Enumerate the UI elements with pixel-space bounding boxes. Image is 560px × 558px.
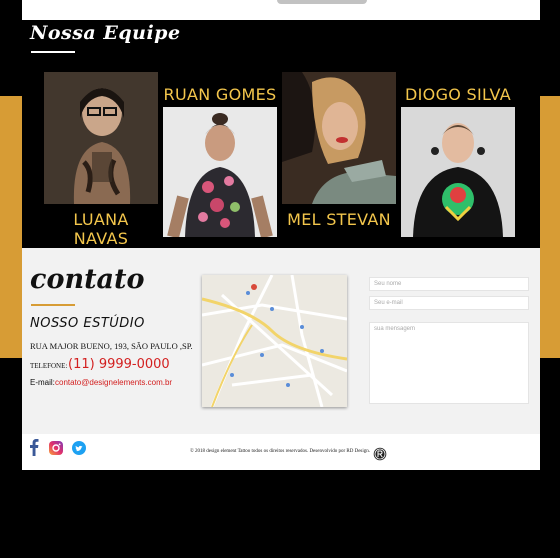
member-photo-mel[interactable]: [282, 72, 396, 204]
member-name-diogo: DIOGO SILVA: [405, 85, 511, 104]
copyright-text: © 2018 design element Tattoo todos os di…: [190, 449, 370, 454]
email-input[interactable]: Seu e-mail: [369, 296, 529, 310]
contact-title-underline: [31, 304, 75, 306]
member-name-luana: LUANA NAVAS: [73, 210, 129, 248]
member-name-ruan: RUAN GOMES: [163, 85, 277, 104]
location-map[interactable]: [202, 275, 347, 407]
phone-label: TELEFONE:: [30, 362, 68, 370]
email-label: E-mail:: [30, 378, 55, 387]
studio-title: NOSSO ESTÚDIO: [30, 316, 145, 331]
message-textarea[interactable]: sua mensagem: [369, 322, 529, 404]
name-input[interactable]: Seu nome: [369, 277, 529, 291]
email-link[interactable]: contato@designelements.com.br: [55, 378, 172, 387]
gold-band-left: [0, 96, 22, 358]
studio-address: RUA MAJOR BUENO, 193, SÃO PAULO ,SP.: [30, 341, 193, 351]
gold-band-right: [540, 96, 560, 358]
team-section-title: Nossa Equipe: [30, 22, 181, 44]
member-photo-ruan[interactable]: [163, 107, 277, 237]
rd-design-logo-icon[interactable]: [373, 447, 387, 461]
member-photo-diogo[interactable]: [401, 107, 515, 237]
team-title-underline: [31, 51, 75, 53]
phone-number[interactable]: (11) 9999-0000: [68, 357, 170, 372]
strip-shadow: [277, 0, 367, 4]
member-name-mel: MEL STEVAN: [287, 210, 391, 229]
member-photo-luana[interactable]: [44, 72, 158, 204]
top-white-strip: [22, 0, 540, 20]
contact-title: contato: [30, 264, 145, 295]
